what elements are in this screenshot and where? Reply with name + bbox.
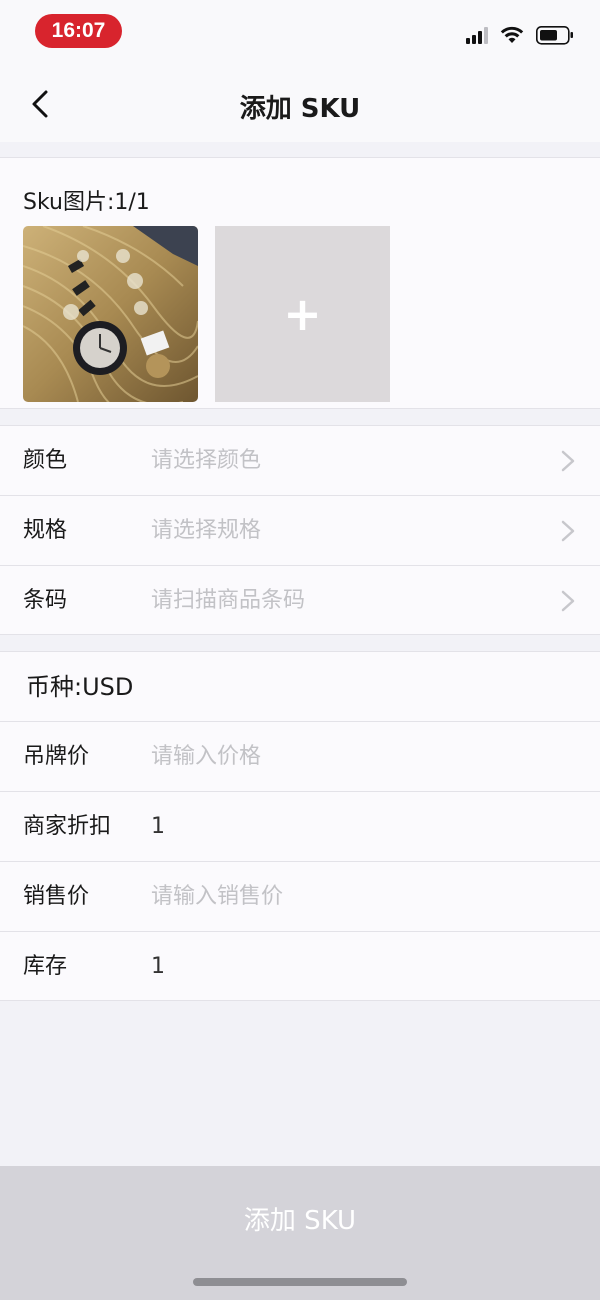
jewelry-photo — [23, 226, 198, 402]
status-time: 16:07 — [35, 14, 122, 48]
chevron-right-icon — [561, 450, 575, 472]
color-label: 颜色 — [23, 448, 68, 473]
stock-label: 库存 — [23, 954, 68, 979]
wifi-icon — [500, 26, 524, 43]
spec-label: 规格 — [23, 518, 68, 543]
tag-price-label: 吊牌价 — [23, 744, 90, 769]
barcode-row[interactable]: 条码 请扫描商品条码 — [0, 566, 600, 636]
sale-price-label: 销售价 — [23, 884, 90, 909]
sale-price-row: 销售价 请输入销售价 — [0, 862, 600, 932]
chevron-right-icon — [561, 520, 575, 542]
nav-bar: 添加 SKU — [0, 64, 600, 142]
tag-price-input[interactable]: 请输入价格 — [151, 722, 261, 792]
barcode-label: 条码 — [23, 588, 68, 613]
add-image-button[interactable]: + — [215, 226, 390, 402]
watch — [73, 321, 127, 375]
home-indicator — [193, 1278, 407, 1286]
sale-price-input[interactable]: 请输入销售价 — [151, 862, 283, 932]
signal-icon — [466, 27, 488, 44]
battery-icon — [536, 26, 573, 45]
add-sku-button-label: 添加 SKU — [243, 1206, 357, 1236]
status-bar: 16:07 — [0, 0, 600, 64]
color-row[interactable]: 颜色 请选择颜色 — [0, 426, 600, 496]
sku-attributes-section: 颜色 请选择颜色 规格 请选择规格 条码 请扫描商品条码 — [0, 425, 600, 635]
sku-images-section: Sku图片:1/1 + — [0, 157, 600, 409]
sku-images-label: Sku图片:1/1 — [23, 190, 150, 215]
chevron-right-icon — [561, 590, 575, 612]
stock-input[interactable]: 1 — [151, 932, 165, 1002]
tag-price-row: 吊牌价 请输入价格 — [0, 722, 600, 792]
barcode-scan[interactable]: 请扫描商品条码 — [151, 566, 305, 636]
currency-label: 币种:USD — [26, 673, 134, 701]
plus-icon: + — [283, 287, 322, 341]
discount-row: 商家折扣 1 — [0, 792, 600, 862]
sku-price-section: 币种:USD 吊牌价 请输入价格 商家折扣 1 销售价 请输入销售价 库存 1 — [0, 651, 600, 1001]
spec-row[interactable]: 规格 请选择规格 — [0, 496, 600, 566]
page-title: 添加 SKU — [239, 94, 361, 124]
discount-input[interactable]: 1 — [151, 792, 165, 862]
currency-row: 币种:USD — [0, 652, 600, 722]
sku-image-thumbnail[interactable] — [23, 226, 198, 402]
color-select[interactable]: 请选择颜色 — [151, 426, 261, 496]
spec-select[interactable]: 请选择规格 — [151, 496, 261, 566]
stock-row: 库存 1 — [0, 932, 600, 1002]
discount-label: 商家折扣 — [23, 814, 112, 839]
status-icons — [466, 26, 573, 45]
add-sku-button[interactable]: 添加 SKU — [0, 1166, 600, 1300]
